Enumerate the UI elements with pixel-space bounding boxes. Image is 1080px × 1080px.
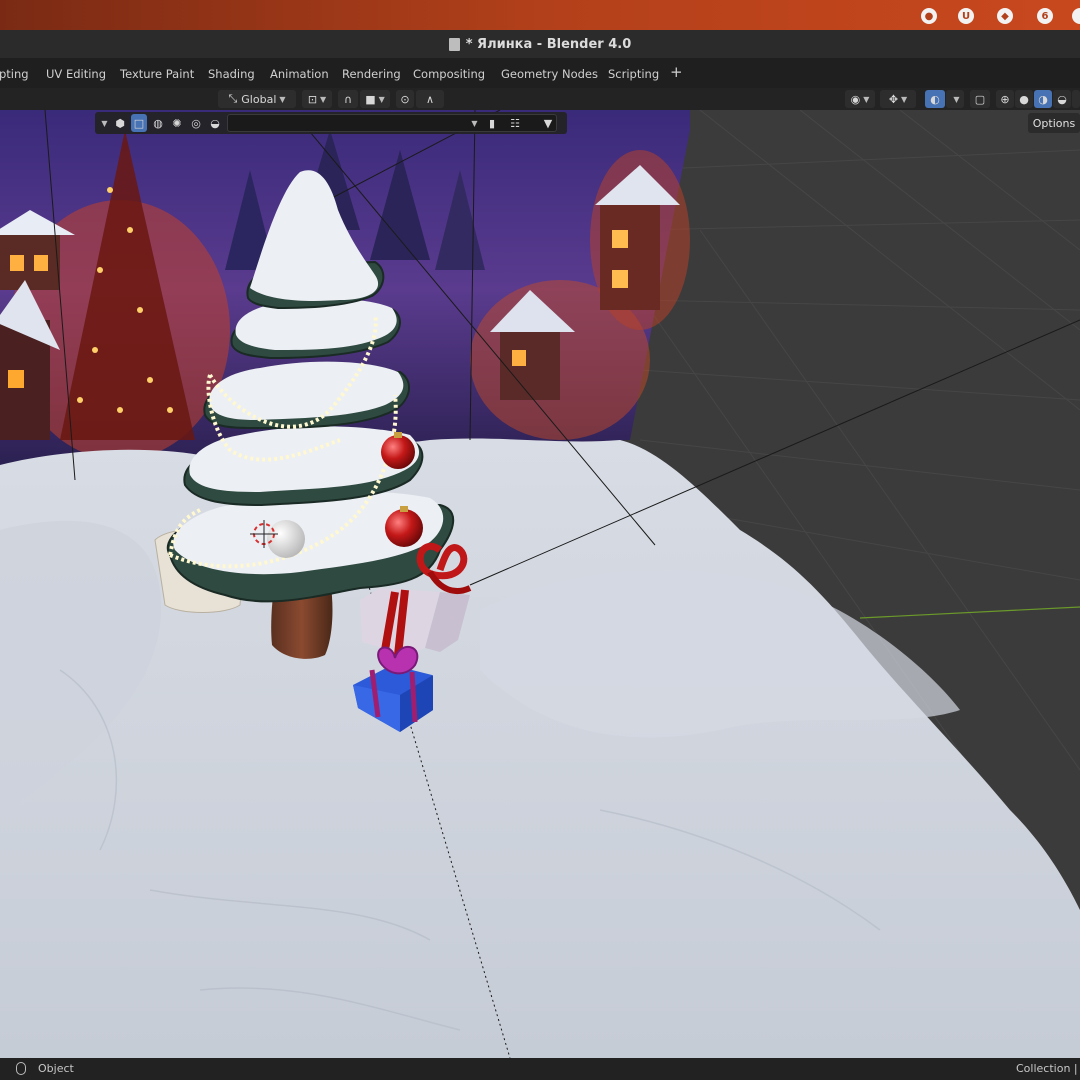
power-icon[interactable]	[1072, 8, 1080, 24]
falloff-dropdown[interactable]: ∧	[416, 90, 444, 108]
tab-geometry-nodes[interactable]: Geometry Nodes	[501, 67, 598, 81]
eye-icon: ◉	[850, 92, 861, 106]
orientation-icon: ⤡	[228, 92, 238, 105]
proportional-edit-toggle[interactable]: ⊙	[396, 90, 414, 108]
shading-dropdown[interactable]	[1072, 90, 1080, 108]
world-filter-icon[interactable]: ◎	[188, 114, 204, 132]
outliner-filter-row: ▼ ⬢ □ ◍ ✺ ◎ ◒ ⌕ ▼ ▮ ☷ ▼	[95, 112, 567, 134]
solid-sphere-icon: ●	[1019, 92, 1029, 106]
proportional-icon: ⊙	[400, 92, 410, 106]
gizmo-icon: ✥	[888, 92, 899, 106]
tab-shading[interactable]: Shading	[208, 67, 255, 81]
white-ornament	[267, 520, 305, 558]
red-ornament	[385, 509, 423, 547]
funnel-filter-icon[interactable]: ▼	[533, 114, 563, 132]
workspace-tabs: pting UV Editing Texture Paint Shading A…	[0, 58, 1080, 88]
overlays-dropdown[interactable]: ▼	[946, 90, 964, 108]
chevron-down-icon: ▼	[320, 94, 327, 104]
chevron-down-icon: ▼	[901, 94, 908, 104]
cube-icon[interactable]: ◆	[997, 8, 1013, 24]
tab-rendering[interactable]: Rendering	[342, 67, 401, 81]
pivot-point-dropdown[interactable]: ⊡ ▼	[302, 90, 332, 108]
red-ornament	[381, 435, 415, 469]
object-icon[interactable]: ⬢	[112, 114, 128, 132]
add-workspace-button[interactable]: +	[670, 63, 683, 81]
shading-rendered-button[interactable]: ◒	[1053, 90, 1071, 108]
status-right-text: Collection |	[1016, 1062, 1078, 1075]
tab-sculpting[interactable]: pting	[0, 67, 29, 81]
shading-solid-button[interactable]: ●	[1015, 90, 1033, 108]
square-icon: ■	[365, 92, 376, 106]
chevron-down-icon[interactable]: ▼	[97, 114, 109, 132]
3d-viewport[interactable]	[0, 110, 1080, 1058]
window-title: * Ялинка - Blender 4.0	[465, 36, 632, 52]
document-icon	[448, 37, 460, 51]
chevron-down-icon: ▼	[279, 94, 286, 104]
mesh-filter-icon[interactable]: □	[131, 114, 147, 132]
system-top-bar: ● U ◆ 6	[0, 0, 1080, 30]
status-bar: Object Collection |	[0, 1058, 1080, 1080]
falloff-curve-icon: ∧	[425, 92, 435, 106]
chevron-down-icon: ▼	[378, 94, 385, 104]
ubuntu-pro-icon[interactable]: U	[958, 8, 974, 24]
rendered-sphere-icon: ◒	[1057, 92, 1067, 106]
material-filter-icon[interactable]: ◍	[150, 114, 166, 132]
chevron-down-icon: ▼	[863, 94, 870, 104]
wireframe-sphere-icon: ⊕	[1000, 92, 1010, 106]
magnet-icon: ∩	[343, 92, 353, 106]
tab-scripting[interactable]: Scripting	[608, 67, 659, 81]
snap-toggle[interactable]: ∩	[338, 90, 358, 108]
overlays-toggle[interactable]: ◐	[925, 90, 945, 108]
shading-wireframe-button[interactable]: ⊕	[996, 90, 1014, 108]
orientation-label: Global	[241, 92, 277, 106]
xray-icon: ▢	[974, 92, 986, 106]
snap-target-dropdown[interactable]: ■ ▼	[360, 90, 390, 108]
shading-material-preview-button[interactable]: ◑	[1034, 90, 1052, 108]
updates-icon[interactable]: 6	[1037, 8, 1053, 24]
filter-dropdown[interactable]: ▼	[463, 114, 483, 132]
bookmark-icon[interactable]: ▮	[485, 114, 499, 132]
pivot-icon: ⊡	[307, 92, 318, 106]
gizmo-dropdown[interactable]: ✥ ▼	[880, 90, 916, 108]
tab-texture-paint[interactable]: Texture Paint	[120, 67, 194, 81]
transform-orientation-dropdown[interactable]: ⤡ Global ▼	[218, 90, 296, 108]
updates-badge: 6	[1041, 10, 1049, 22]
material-sphere-icon: ◑	[1038, 92, 1048, 106]
light-filter-icon[interactable]: ✺	[169, 114, 185, 132]
hierarchy-icon[interactable]: ☷	[503, 114, 527, 132]
window-titlebar: * Ялинка - Blender 4.0	[0, 30, 1080, 58]
xray-toggle[interactable]: ▢	[970, 90, 990, 108]
viewport-header: ⤡ Global ▼ ⊡ ▼ ∩ ■ ▼ ⊙ ∧ ◉ ▼ ✥ ▼ ◐ ▼ ▢ ⊕ ● ◑…	[0, 88, 1080, 110]
chevron-down-icon: ▼	[953, 94, 960, 104]
visibility-dropdown[interactable]: ◉ ▼	[845, 90, 875, 108]
mouse-icon	[16, 1062, 26, 1075]
tab-animation[interactable]: Animation	[270, 67, 329, 81]
camera-filter-icon[interactable]: ◒	[207, 114, 223, 132]
viewport-scene	[0, 110, 1080, 1058]
options-button[interactable]: Options	[1028, 113, 1080, 133]
status-left-text: Object	[38, 1062, 74, 1075]
tab-uv-editing[interactable]: UV Editing	[46, 67, 106, 81]
record-icon[interactable]: ●	[921, 8, 937, 24]
tab-compositing[interactable]: Compositing	[413, 67, 485, 81]
overlays-icon: ◐	[930, 92, 940, 106]
